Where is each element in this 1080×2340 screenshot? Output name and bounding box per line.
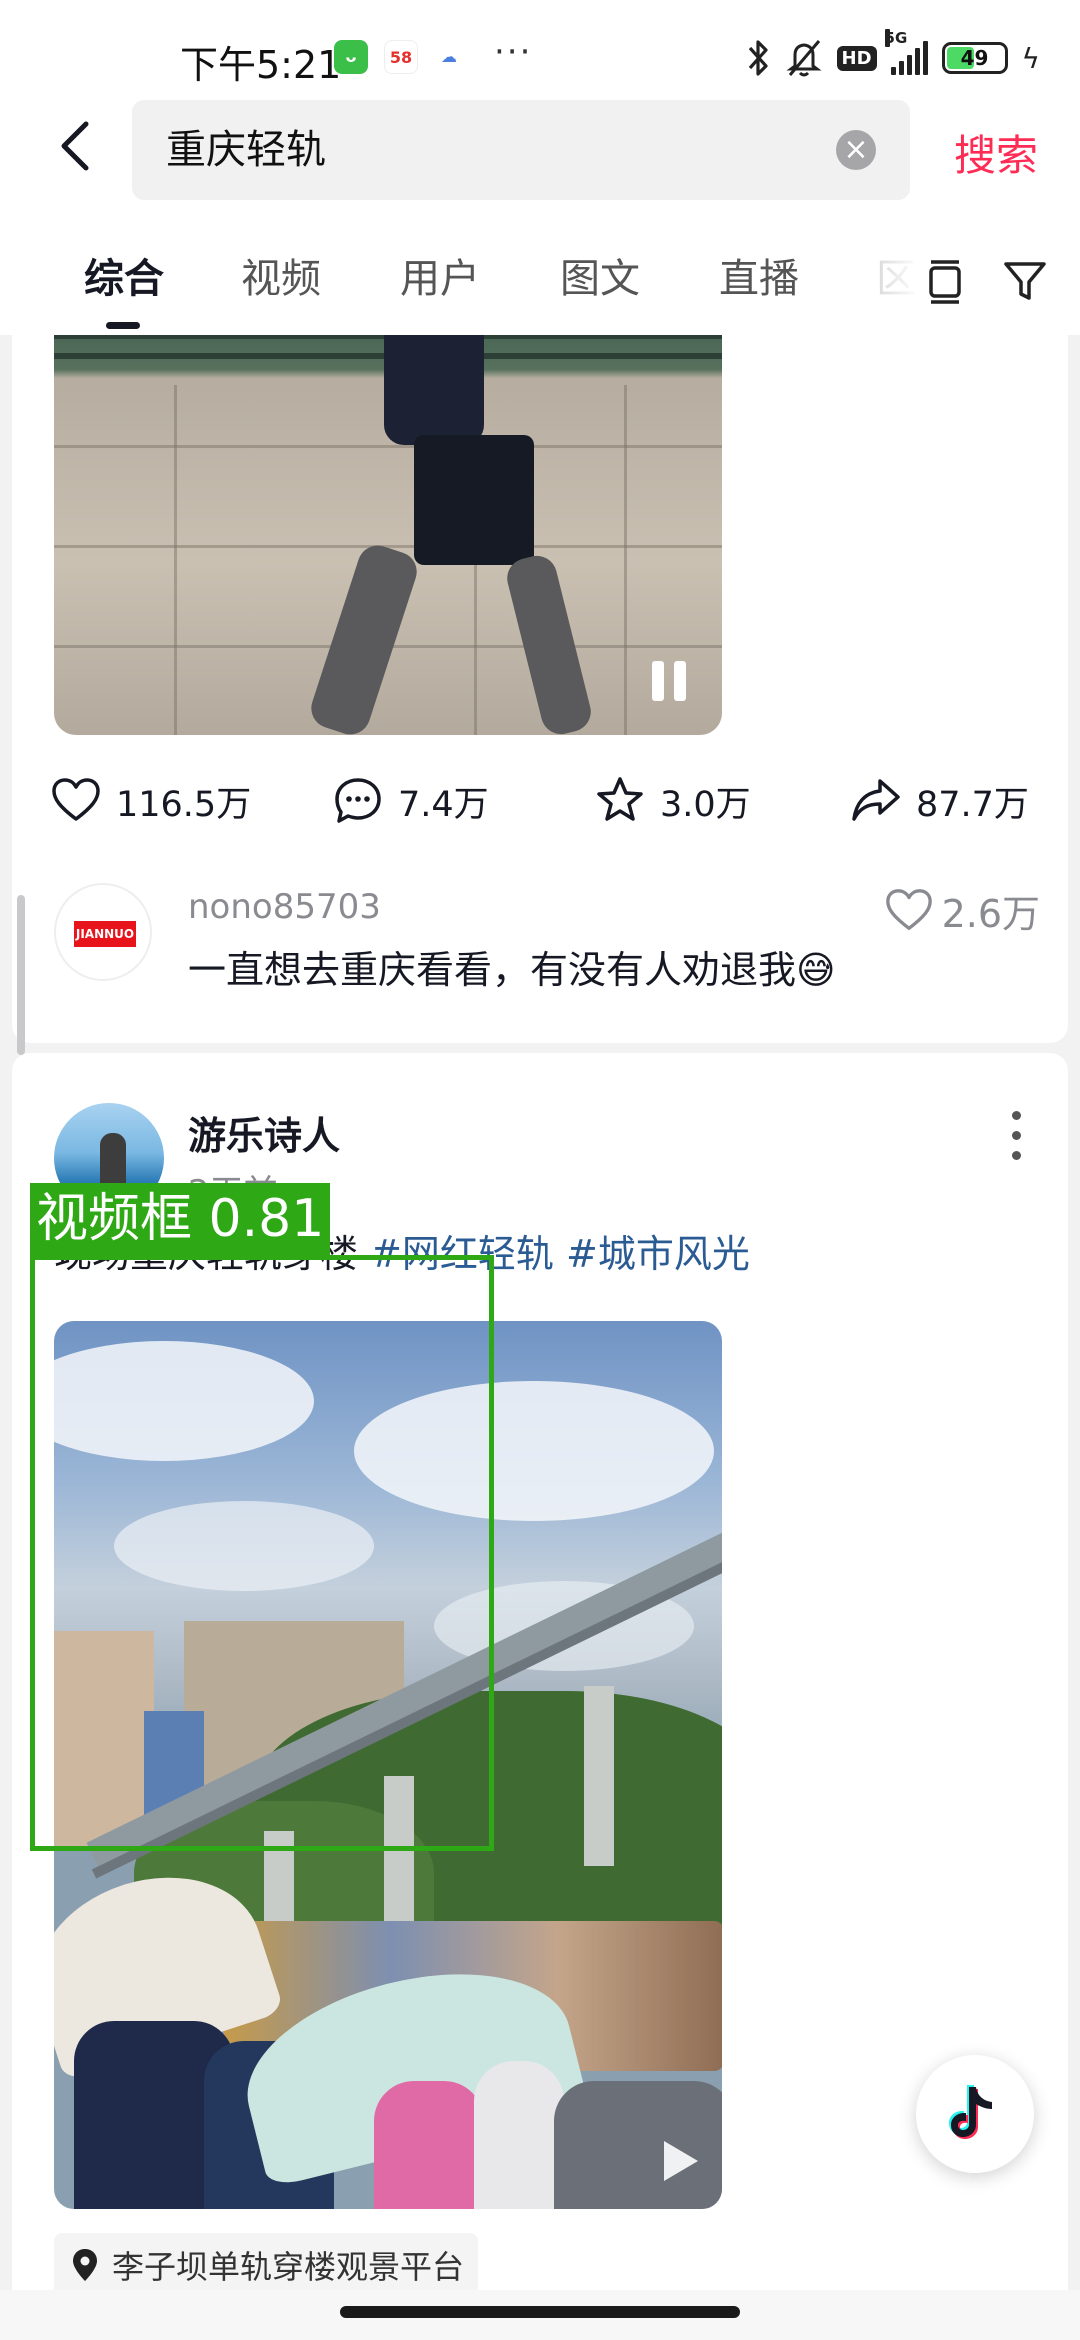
detection-box — [30, 1255, 494, 1851]
location-tag[interactable]: 李子坝单轨穿楼观景平台 — [54, 2233, 479, 2297]
home-indicator[interactable] — [340, 2306, 740, 2318]
avatar[interactable]: JIANNUO — [54, 883, 152, 981]
tab-fade-overlay — [860, 230, 920, 310]
cat-app-icon: ᴗ — [334, 40, 368, 74]
result-tabs: 综合 视频 用户 图文 直播 区 — [0, 210, 1080, 335]
more-options-icon[interactable] — [1012, 1111, 1022, 1161]
detection-label: 视频框 0.81 — [30, 1183, 331, 1255]
crowd — [474, 2061, 564, 2209]
network-type: 5G — [884, 29, 908, 47]
tab-comprehensive[interactable]: 综合 — [84, 246, 164, 304]
result-card: 116.5万 7.4万 3.0万 87.7万 JIANNUO nono85703… — [12, 335, 1068, 1043]
search-input[interactable] — [166, 100, 806, 200]
clear-icon[interactable]: × — [836, 130, 876, 170]
share-button[interactable]: 87.7万 — [850, 775, 1029, 827]
share-icon — [852, 779, 900, 821]
douyin-logo-icon — [949, 2085, 992, 2139]
mute-bell-icon — [786, 40, 821, 77]
comment-like-count: 2.6万 — [941, 892, 1040, 936]
search-button[interactable]: 搜索 — [954, 122, 1038, 183]
dancer-figure — [502, 551, 596, 735]
share-count: 87.7万 — [916, 784, 1029, 825]
pause-icon[interactable] — [652, 661, 688, 701]
cloud-app-icon: ☁ — [432, 40, 466, 74]
hashtag[interactable]: #城市风光 — [566, 1232, 750, 1276]
charging-icon: ϟ — [1021, 41, 1040, 75]
comment-username[interactable]: nono85703 — [188, 887, 381, 927]
bluetooth-icon — [748, 40, 768, 76]
engagement-bar: 116.5万 7.4万 3.0万 87.7万 — [12, 765, 1068, 855]
comment-icon — [335, 778, 381, 823]
status-more-icon: ··· — [494, 32, 533, 72]
like-count: 116.5万 — [116, 784, 252, 825]
active-tab-indicator — [106, 322, 140, 329]
hd-badge: HD — [836, 45, 877, 71]
comment-text: 一直想去重庆看看，有没有人劝退我😅 — [188, 948, 836, 992]
like-button[interactable]: 116.5万 — [50, 775, 251, 827]
tab-image-text[interactable]: 图文 — [560, 246, 640, 304]
filter-icon[interactable] — [1000, 256, 1050, 306]
battery-icon: 49 — [941, 42, 1008, 74]
search-box[interactable]: × — [132, 100, 910, 200]
heart-icon — [52, 778, 100, 821]
favorite-count: 3.0万 — [660, 784, 751, 825]
comment-count: 7.4万 — [398, 784, 489, 825]
top-comment[interactable]: JIANNUO nono85703 一直想去重庆看看，有没有人劝退我😅 2.6万 — [54, 883, 1044, 993]
play-icon[interactable] — [664, 2141, 698, 2181]
video-thumbnail[interactable] — [54, 335, 722, 735]
heart-icon — [885, 888, 932, 930]
signal-icon: 5G — [884, 29, 928, 75]
star-icon — [597, 777, 643, 821]
tab-video[interactable]: 视频 — [241, 246, 321, 304]
dancer-figure — [414, 435, 534, 565]
location-pin-icon — [73, 2249, 97, 2281]
location-name: 李子坝单轨穿楼观景平台 — [112, 2248, 465, 2286]
dancer-figure — [306, 540, 422, 735]
crowd — [374, 2081, 484, 2209]
status-time: 下午5:21 — [180, 43, 342, 87]
battery-level: 49 — [960, 46, 989, 70]
back-icon[interactable] — [48, 116, 108, 176]
floor-tile-line — [624, 385, 627, 735]
douyin-float-button[interactable] — [916, 2055, 1034, 2173]
status-right-group: HD 5G 49 ϟ — [745, 29, 1040, 80]
avatar-logo: JIANNUO — [74, 921, 136, 947]
search-header: × 搜索 — [0, 100, 1080, 210]
tab-users[interactable]: 用户 — [400, 246, 480, 304]
dancer-figure — [384, 335, 484, 445]
floor-tile-line — [174, 385, 177, 735]
favorite-button[interactable]: 3.0万 — [594, 775, 751, 827]
floor-tile-line — [54, 445, 722, 448]
58-app-icon: 58 — [384, 40, 418, 74]
tab-live[interactable]: 直播 — [719, 246, 799, 304]
status-bar: 下午5:21 ᴗ 58 ☁ ··· HD 5G 49 ϟ — [0, 0, 1080, 100]
layout-toggle-icon[interactable] — [920, 256, 970, 306]
author-name[interactable]: 游乐诗人 — [188, 1105, 340, 1160]
comment-like-button[interactable]: 2.6万 — [884, 883, 1040, 938]
monorail-pillar — [584, 1686, 614, 1866]
scroll-indicator[interactable] — [17, 895, 25, 1055]
comment-button[interactable]: 7.4万 — [332, 775, 489, 827]
